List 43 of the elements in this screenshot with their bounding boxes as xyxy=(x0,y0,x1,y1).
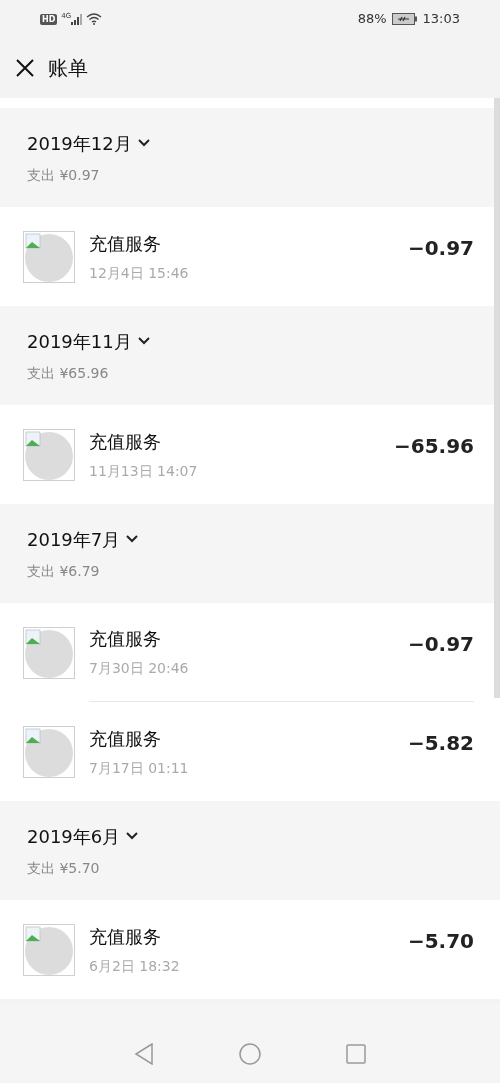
month-total: 支出 ¥65.96 xyxy=(27,363,110,383)
month-title[interactable]: 2019年6月 xyxy=(27,822,121,850)
transaction-time: 7月30日 20:46 xyxy=(89,659,190,678)
transaction-time: 7月17日 01:11 xyxy=(89,758,190,778)
month-title[interactable]: 2019年7月 xyxy=(27,525,121,553)
back-icon[interactable] xyxy=(134,1042,154,1065)
home-icon[interactable] xyxy=(239,1042,261,1065)
page-title: 账单 xyxy=(48,55,88,82)
transaction-time: 11月13日 14:07 xyxy=(89,461,199,481)
transaction-name[interactable]: 充值服务 xyxy=(89,229,408,257)
chevron-down-icon[interactable] xyxy=(126,535,139,543)
battery-icon xyxy=(391,13,418,25)
transaction-time: 6月2日 18:32 xyxy=(89,956,181,976)
transaction-time: 12月4日 15:46 xyxy=(89,263,190,283)
transaction-amount: −0.97 xyxy=(407,235,474,262)
transaction-name[interactable]: 充值服务 xyxy=(89,724,408,752)
month-total: 支出 ¥6.79 xyxy=(27,561,101,581)
transaction-amount: −0.97 xyxy=(407,631,474,658)
chevron-down-icon[interactable] xyxy=(126,832,139,840)
broken-image-icon xyxy=(23,626,75,679)
month-title[interactable]: 2019年11月 xyxy=(27,327,132,355)
clock-time: 13:03 xyxy=(422,10,460,29)
transaction-name[interactable]: 充值服务 xyxy=(89,922,408,950)
broken-image-icon xyxy=(23,428,75,481)
wifi-icon xyxy=(86,13,103,25)
month-total: 支出 ¥0.97 xyxy=(27,165,101,185)
transaction-name[interactable]: 充值服务 xyxy=(89,625,408,652)
transaction-amount: −65.96 xyxy=(393,433,474,460)
close-icon[interactable] xyxy=(16,59,34,77)
broken-image-icon xyxy=(23,923,75,976)
month-total: 支出 ¥5.70 xyxy=(27,858,101,878)
transaction-amount: −5.70 xyxy=(407,928,474,955)
signal-icon xyxy=(71,13,84,25)
broken-image-icon xyxy=(23,230,75,283)
chevron-down-icon[interactable] xyxy=(137,337,150,345)
hd-icon: HD xyxy=(40,13,58,25)
scrollbar[interactable] xyxy=(494,98,500,698)
battery-percent: 88% xyxy=(357,10,387,29)
transaction-amount: −5.82 xyxy=(407,730,474,757)
chevron-down-icon[interactable] xyxy=(137,139,150,147)
month-title[interactable]: 2019年12月 xyxy=(27,129,132,157)
transaction-name[interactable]: 充值服务 xyxy=(89,427,394,455)
broken-image-icon xyxy=(23,725,75,778)
